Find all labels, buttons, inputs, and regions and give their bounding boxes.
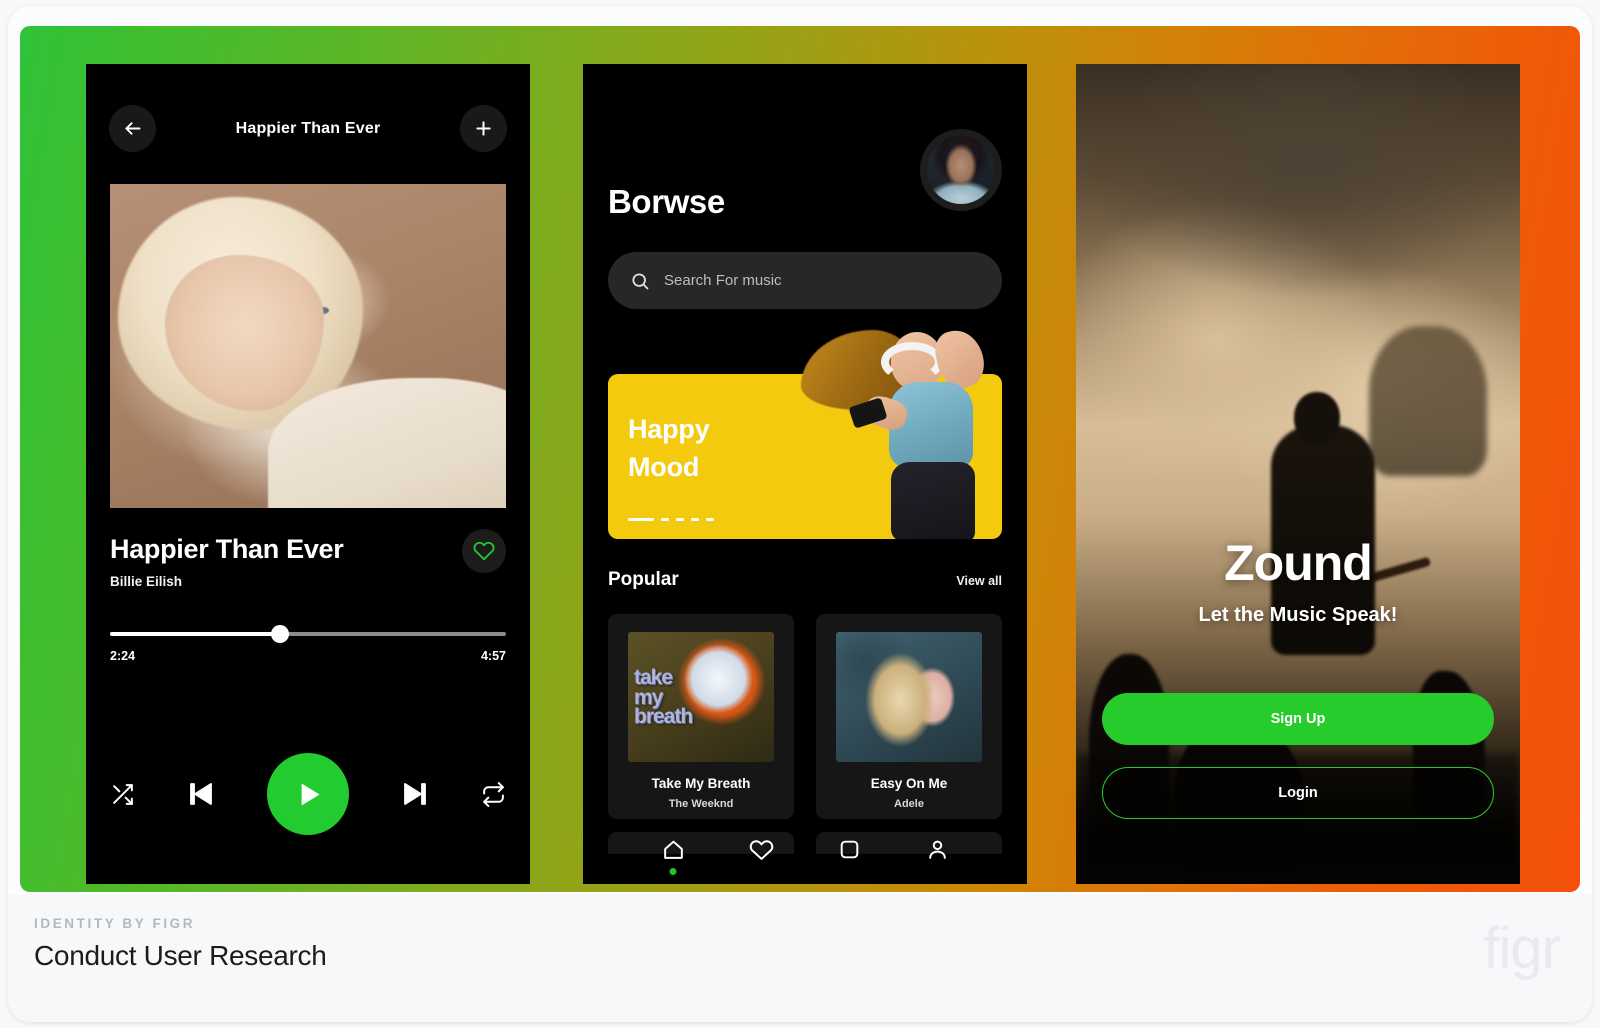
dancer-image bbox=[795, 324, 1000, 539]
skip-forward-icon bbox=[404, 783, 426, 805]
view-all-link[interactable]: View all bbox=[956, 574, 1002, 588]
song-card[interactable]: take my breath Take My Breath The Weeknd bbox=[608, 614, 794, 819]
plus-icon bbox=[476, 121, 491, 136]
add-to-playlist-button[interactable] bbox=[460, 105, 507, 152]
arrow-left-icon bbox=[125, 122, 141, 135]
album-cover: take my breath bbox=[628, 632, 774, 762]
banner-pagination[interactable] bbox=[628, 518, 714, 521]
now-playing-header: Happier Than Ever bbox=[86, 64, 530, 194]
song-card-artist: The Weeknd bbox=[668, 798, 734, 810]
showcase-card: Happier Than Ever Happier Than Ever Bill… bbox=[8, 6, 1592, 1022]
footer-kicker: IDENTITY BY FIGR bbox=[34, 916, 196, 931]
next-button[interactable] bbox=[398, 777, 432, 811]
heart-icon bbox=[473, 541, 495, 561]
album-artwork bbox=[110, 184, 506, 508]
home-icon bbox=[663, 840, 683, 859]
app-name: Zound bbox=[1224, 535, 1373, 591]
song-card-artist: Adele bbox=[894, 798, 924, 810]
search-icon bbox=[632, 272, 649, 289]
figr-watermark: figr bbox=[1483, 916, 1561, 981]
pagination-dot[interactable] bbox=[661, 518, 669, 521]
pagination-dot[interactable] bbox=[691, 518, 699, 521]
login-button[interactable]: Login bbox=[1102, 767, 1494, 819]
banner-line-1: Happy bbox=[628, 414, 710, 444]
pagination-dot[interactable] bbox=[706, 518, 714, 521]
banner-line-2: Mood bbox=[628, 452, 700, 482]
playback-controls bbox=[110, 749, 506, 839]
pagination-dot[interactable] bbox=[676, 518, 684, 521]
song-card[interactable]: Easy On Me Adele bbox=[816, 614, 1002, 819]
screenshot-root: Happier Than Ever Happier Than Ever Bill… bbox=[0, 0, 1600, 1028]
concert-background-image bbox=[1076, 64, 1520, 884]
sign-up-button[interactable]: Sign Up bbox=[1102, 693, 1494, 745]
avatar-image bbox=[927, 136, 995, 204]
search-placeholder: Search For music bbox=[664, 272, 782, 289]
page-title: Borwse bbox=[608, 183, 725, 220]
phone-screen-browse: Borwse Search For music Happy Mood Popul… bbox=[583, 64, 1027, 884]
like-button[interactable] bbox=[462, 529, 506, 573]
tab-home[interactable] bbox=[661, 837, 686, 875]
popular-cards-row: take my breath Take My Breath The Weeknd E… bbox=[608, 614, 1002, 819]
shuffle-button[interactable] bbox=[110, 782, 135, 807]
square-icon bbox=[840, 840, 858, 858]
total-time: 4:57 bbox=[480, 649, 506, 663]
back-button[interactable] bbox=[109, 105, 156, 152]
previous-button[interactable] bbox=[184, 777, 218, 811]
popular-section-header: Popular View all bbox=[608, 569, 1002, 591]
phone-screen-onboarding: Zound Let the Music Speak! Sign Up Login bbox=[1076, 64, 1520, 884]
seek-time-row: 2:24 4:57 bbox=[110, 649, 506, 663]
footer-headline: Conduct User Research bbox=[34, 940, 327, 971]
app-tagline: Let the Music Speak! bbox=[1198, 604, 1398, 626]
skip-back-icon bbox=[190, 783, 212, 805]
pagination-dot-active[interactable] bbox=[628, 518, 654, 521]
tab-favorites[interactable] bbox=[749, 837, 774, 862]
elapsed-time: 2:24 bbox=[110, 649, 136, 663]
album-cover-text: take my breath bbox=[634, 666, 693, 729]
song-card-title: Easy On Me bbox=[870, 776, 948, 791]
tab-library[interactable] bbox=[837, 837, 862, 862]
heart-icon bbox=[749, 839, 773, 860]
tab-profile[interactable] bbox=[925, 837, 950, 862]
album-cover bbox=[836, 632, 982, 762]
seek-slider[interactable] bbox=[110, 625, 506, 643]
footer: IDENTITY BY FIGR Conduct User Research f… bbox=[8, 894, 1592, 1022]
song-card-title: Take My Breath bbox=[651, 776, 751, 791]
album-cover-image bbox=[836, 632, 982, 762]
shuffle-icon bbox=[113, 783, 133, 805]
guitarist-head-silhouette bbox=[1293, 392, 1340, 444]
seek-handle[interactable] bbox=[271, 625, 290, 643]
seek-bar-container: 2:24 4:57 bbox=[110, 625, 506, 663]
happy-mood-banner[interactable]: Happy Mood bbox=[608, 325, 1002, 539]
seek-progress-fill bbox=[110, 632, 281, 636]
repeat-button[interactable] bbox=[481, 781, 506, 807]
drummer-silhouette bbox=[1369, 326, 1488, 477]
active-tab-indicator bbox=[669, 867, 677, 875]
search-input[interactable]: Search For music bbox=[608, 252, 1002, 309]
track-title: Happier Than Ever bbox=[110, 534, 344, 564]
album-artwork-image bbox=[110, 184, 506, 508]
person-icon bbox=[928, 840, 946, 859]
play-button[interactable] bbox=[267, 753, 349, 835]
play-icon bbox=[301, 783, 319, 805]
gradient-stage: Happier Than Ever Happier Than Ever Bill… bbox=[20, 26, 1580, 892]
avatar[interactable] bbox=[920, 129, 1002, 211]
section-title: Popular bbox=[608, 569, 679, 590]
repeat-icon bbox=[483, 781, 504, 807]
track-artist: Billie Eilish bbox=[110, 574, 183, 589]
bottom-navigation bbox=[583, 814, 1027, 884]
phone-screen-now-playing: Happier Than Ever Happier Than Ever Bill… bbox=[86, 64, 530, 884]
